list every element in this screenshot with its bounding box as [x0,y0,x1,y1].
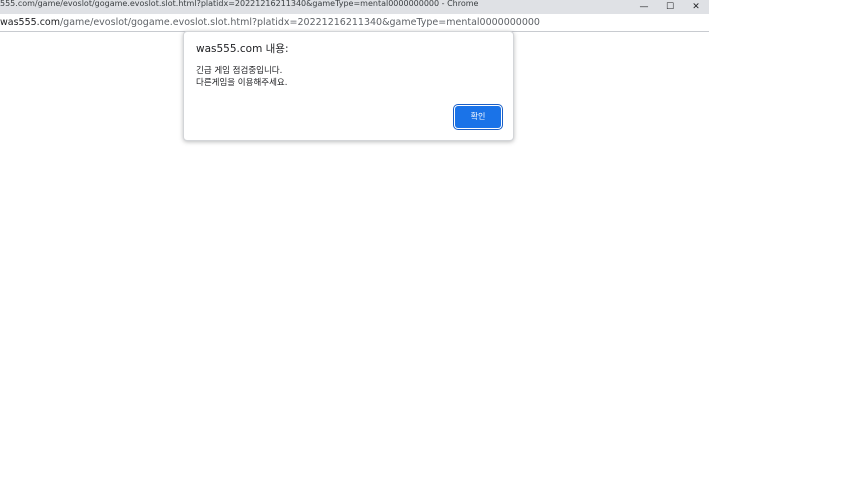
screen: 555.com/game/evoslot/gogame.evoslot.slot… [0,0,850,478]
window-controls: — ☐ ✕ [631,0,709,14]
chrome-window: 555.com/game/evoslot/gogame.evoslot.slot… [0,0,709,478]
address-path: /game/evoslot/gogame.evoslot.slot.html?p… [59,17,540,28]
close-icon[interactable]: ✕ [683,0,709,14]
address-bar[interactable]: was555.com/game/evoslot/gogame.evoslot.s… [0,14,709,32]
ok-button[interactable]: 확인 [455,106,501,128]
dialog-message: 긴급 게임 점검중입니다. 다른게임을 이용해주세요. [196,66,288,88]
minimize-icon[interactable]: — [631,0,657,14]
alert-dialog: was555.com 내용: 긴급 게임 점검중입니다. 다른게임을 이용해주세… [183,31,514,141]
dialog-title: was555.com 내용: [196,43,289,55]
address-url[interactable]: was555.com/game/evoslot/gogame.evoslot.s… [0,14,540,31]
maximize-icon[interactable]: ☐ [657,0,683,14]
address-host: was555.com [0,17,60,28]
window-titlebar[interactable]: 555.com/game/evoslot/gogame.evoslot.slot… [0,0,709,14]
window-title: 555.com/game/evoslot/gogame.evoslot.slot… [0,0,479,8]
